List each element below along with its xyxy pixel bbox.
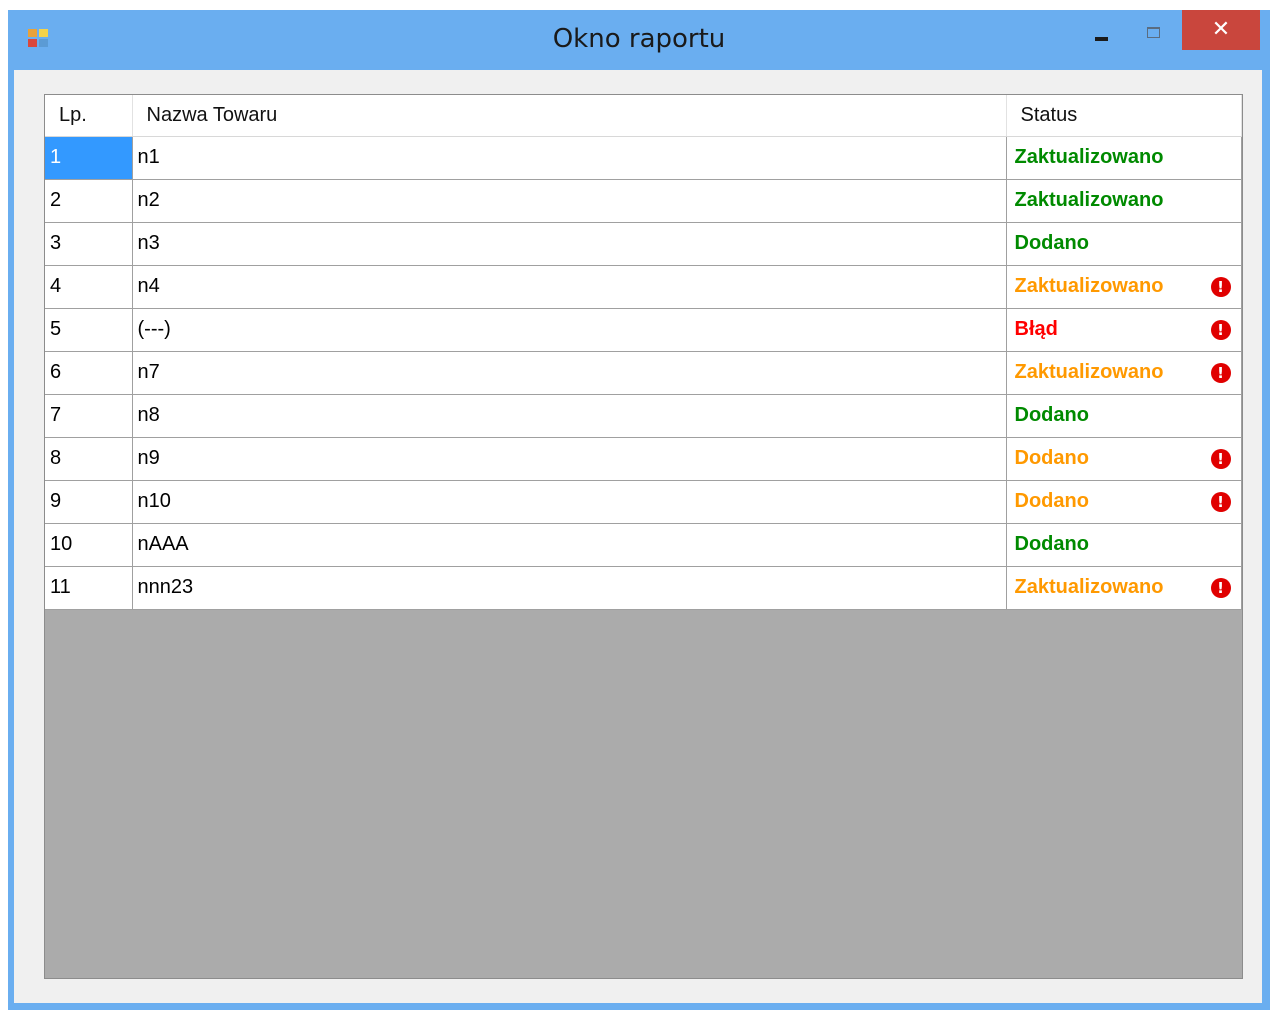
status-label: Zaktualizowano bbox=[1014, 275, 1164, 297]
status-cell[interactable]: Zaktualizowano! bbox=[1005, 351, 1242, 395]
product-name-cell[interactable]: nnn23 bbox=[131, 566, 1007, 610]
table-row[interactable]: 3 n3 Dodano bbox=[45, 222, 1242, 266]
client-area: Lp. Nazwa Towaru Status 1 n1 Zaktualizowan… bbox=[14, 70, 1262, 1003]
exclamation-circle-icon: ! bbox=[1210, 448, 1231, 469]
row-number-cell[interactable]: 10 bbox=[45, 523, 133, 567]
status-cell[interactable]: Dodano! bbox=[1005, 437, 1242, 481]
exclamation-circle-icon: ! bbox=[1210, 276, 1231, 297]
table-row[interactable]: 10 nAAA Dodano bbox=[45, 523, 1242, 567]
maximize-icon bbox=[1147, 27, 1160, 38]
row-number-cell[interactable]: 11 bbox=[45, 566, 133, 610]
row-number-cell[interactable]: 3 bbox=[45, 222, 133, 266]
column-header-name[interactable]: Nazwa Towaru bbox=[132, 95, 1007, 137]
status-label: Błąd bbox=[1014, 318, 1058, 340]
table-row[interactable]: 4 n4 Zaktualizowano! bbox=[45, 265, 1242, 309]
product-name-cell[interactable]: n10 bbox=[131, 480, 1007, 524]
report-grid[interactable]: Lp. Nazwa Towaru Status 1 n1 Zaktualizowan… bbox=[44, 94, 1243, 979]
status-cell[interactable]: Dodano bbox=[1005, 394, 1242, 438]
product-name-cell[interactable]: n3 bbox=[131, 222, 1007, 266]
table-row[interactable]: 7 n8 Dodano bbox=[45, 394, 1242, 438]
row-number-cell[interactable]: 2 bbox=[45, 179, 133, 223]
table-row[interactable]: 6 n7 Zaktualizowano! bbox=[45, 351, 1242, 395]
product-name-cell[interactable]: n7 bbox=[131, 351, 1007, 395]
product-name-cell[interactable]: n8 bbox=[131, 394, 1007, 438]
status-cell[interactable]: Dodano! bbox=[1005, 480, 1242, 524]
table-row[interactable]: 8 n9 Dodano! bbox=[45, 437, 1242, 481]
report-table: Lp. Nazwa Towaru Status 1 n1 Zaktualizowan… bbox=[45, 95, 1242, 610]
table-row[interactable]: 5 (---) Błąd! bbox=[45, 308, 1242, 352]
status-label: Zaktualizowano bbox=[1014, 189, 1164, 211]
row-number-cell[interactable]: 1 bbox=[45, 136, 133, 180]
product-name-cell[interactable]: n9 bbox=[131, 437, 1007, 481]
close-button[interactable]: ✕ bbox=[1182, 10, 1260, 50]
status-label: Dodano bbox=[1014, 232, 1089, 254]
product-name-cell[interactable]: n2 bbox=[131, 179, 1007, 223]
status-label: Dodano bbox=[1014, 490, 1089, 512]
table-row[interactable]: 2 n2 Zaktualizowano bbox=[45, 179, 1242, 223]
table-row[interactable]: 1 n1 Zaktualizowano bbox=[45, 136, 1242, 180]
status-cell[interactable]: Zaktualizowano! bbox=[1005, 265, 1242, 309]
row-number-cell[interactable]: 7 bbox=[45, 394, 133, 438]
exclamation-circle-icon: ! bbox=[1210, 319, 1231, 340]
row-number-cell[interactable]: 9 bbox=[45, 480, 133, 524]
row-number-cell[interactable]: 6 bbox=[45, 351, 133, 395]
status-label: Dodano bbox=[1014, 404, 1089, 426]
column-header-status[interactable]: Status bbox=[1006, 95, 1242, 137]
status-cell[interactable]: Dodano bbox=[1005, 523, 1242, 567]
title-bar[interactable]: Okno raportu ✕ bbox=[8, 10, 1270, 70]
status-label: Zaktualizowano bbox=[1014, 146, 1164, 168]
row-number-cell[interactable]: 5 bbox=[45, 308, 133, 352]
status-label: Dodano bbox=[1014, 447, 1089, 469]
status-cell[interactable]: Zaktualizowano! bbox=[1005, 566, 1242, 610]
product-name-cell[interactable]: nAAA bbox=[131, 523, 1007, 567]
status-label: Zaktualizowano bbox=[1014, 361, 1164, 383]
minimize-icon bbox=[1095, 37, 1108, 41]
row-number-cell[interactable]: 4 bbox=[45, 265, 133, 309]
status-cell[interactable]: Zaktualizowano bbox=[1005, 136, 1242, 180]
report-window: Okno raportu ✕ Lp. Nazwa Towaru Status 1… bbox=[8, 10, 1270, 1010]
product-name-cell[interactable]: n4 bbox=[131, 265, 1007, 309]
status-label: Dodano bbox=[1014, 533, 1089, 555]
header-row: Lp. Nazwa Towaru Status bbox=[45, 95, 1242, 137]
table-row[interactable]: 9 n10 Dodano! bbox=[45, 480, 1242, 524]
status-cell[interactable]: Zaktualizowano bbox=[1005, 179, 1242, 223]
status-cell[interactable]: Dodano bbox=[1005, 222, 1242, 266]
minimize-button[interactable] bbox=[1080, 10, 1124, 50]
column-header-lp[interactable]: Lp. bbox=[45, 95, 133, 137]
exclamation-circle-icon: ! bbox=[1210, 577, 1231, 598]
exclamation-circle-icon: ! bbox=[1210, 491, 1231, 512]
product-name-cell[interactable]: n1 bbox=[131, 136, 1007, 180]
close-icon: ✕ bbox=[1211, 17, 1231, 42]
row-number-cell[interactable]: 8 bbox=[45, 437, 133, 481]
status-label: Zaktualizowano bbox=[1014, 576, 1164, 598]
product-name-cell[interactable]: (---) bbox=[131, 308, 1007, 352]
status-cell[interactable]: Błąd! bbox=[1005, 308, 1242, 352]
maximize-button[interactable] bbox=[1132, 10, 1176, 50]
table-row[interactable]: 11 nnn23 Zaktualizowano! bbox=[45, 566, 1242, 610]
exclamation-circle-icon: ! bbox=[1210, 362, 1231, 383]
